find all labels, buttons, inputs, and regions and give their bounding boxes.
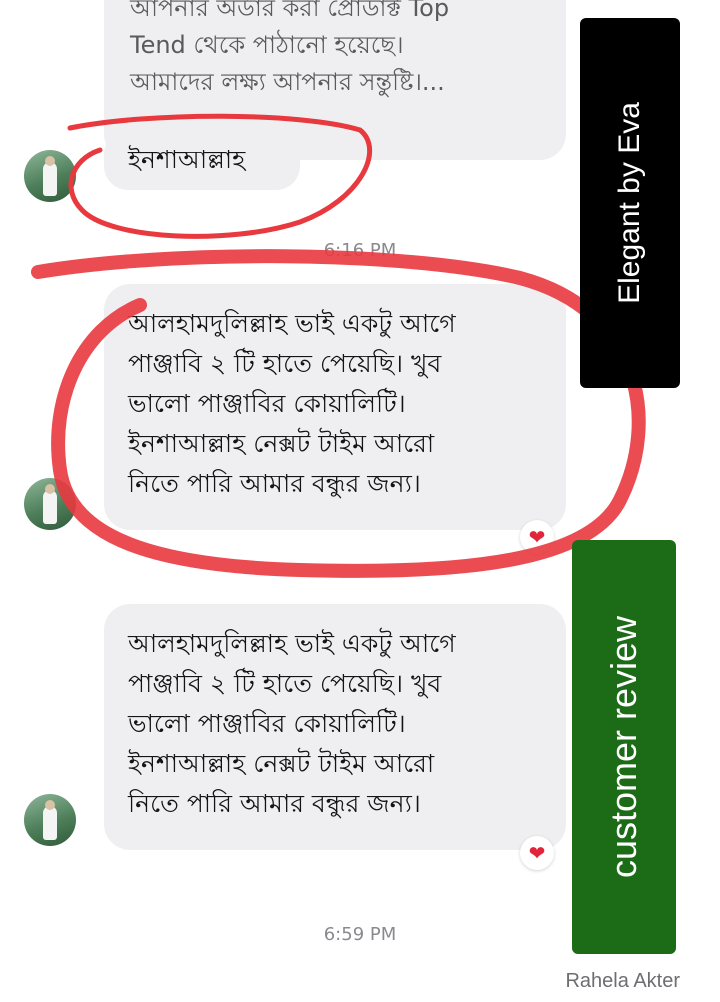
message-bubble-review[interactable]: আলহামদুলিল্লাহ ভাই একটু আগে পাঞ্জাবি ২ ট…	[104, 604, 566, 850]
message-line: ভালো পাঞ্জাবির কোয়ালিটি।	[128, 389, 406, 418]
caption-label: customer review	[572, 540, 676, 954]
brand-label: Elegant by Eva	[580, 18, 680, 388]
message-line: আলহামদুলিল্লাহ ভাই একটু আগে	[128, 629, 456, 658]
message-text: ইনশাআল্লাহ	[128, 145, 246, 174]
caption-label-text: customer review	[603, 615, 645, 879]
message-line: আমাদের লক্ষ্য আপনার সন্তুষ্টি।...	[130, 68, 445, 96]
message-line: নিতে পারি আমার বন্ধুর জন্য।	[128, 789, 421, 818]
message-line: ইনশাআল্লাহ নেক্সট টাইম আরো	[128, 749, 435, 778]
message-line: আপনার অর্ডার করা প্রোডাক্ট Top	[130, 0, 450, 22]
message-line: পাঞ্জাবি ২ টি হাতে পেয়েছি। খুব	[128, 669, 442, 698]
message-line: Tend থেকে পাঠানো হয়েছে।	[130, 31, 404, 59]
sender-name: Rahela Akter	[565, 970, 680, 992]
message-line: ভালো পাঞ্জাবির কোয়ালিটি।	[128, 709, 406, 738]
brand-label-text: Elegant by Eva	[613, 102, 647, 304]
message-line: নিতে পারি আমার বন্ধুর জন্য।	[128, 469, 421, 498]
message-bubble-review[interactable]: আলহামদুলিল্লাহ ভাই একটু আগে পাঞ্জাবি ২ ট…	[104, 284, 566, 530]
avatar[interactable]	[24, 478, 76, 530]
avatar[interactable]	[24, 150, 76, 202]
heart-icon[interactable]: ❤	[520, 836, 554, 870]
message-bubble-reply[interactable]: ইনশাআল্লাহ	[104, 130, 300, 190]
message-line: ইনশাআল্লাহ নেক্সট টাইম আরো	[128, 429, 435, 458]
message-line: আলহামদুলিল্লাহ ভাই একটু আগে	[128, 309, 456, 338]
heart-icon[interactable]: ❤	[520, 520, 554, 554]
message-line: পাঞ্জাবি ২ টি হাতে পেয়েছি। খুব	[128, 349, 442, 378]
avatar[interactable]	[24, 794, 76, 846]
